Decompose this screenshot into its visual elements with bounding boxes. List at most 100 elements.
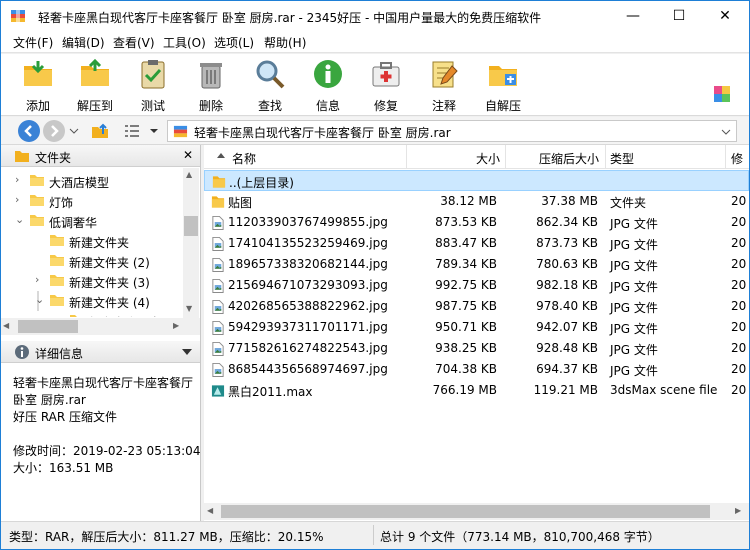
details-line: 轻奢卡座黑白现代客厅卡座客餐厅	[13, 376, 194, 390]
file-size: 992.75 KB	[435, 278, 497, 292]
minimize-icon: —	[626, 8, 640, 24]
address-field[interactable]: 轻奢卡座黑白现代客厅卡座客餐厅 卧室 厨房.rar	[167, 120, 737, 142]
file-size: 938.25 KB	[435, 341, 497, 355]
file-hscrollbar[interactable]: ◀ ▶	[204, 503, 749, 520]
table-row[interactable]: 11203390376749985​5.jpg 873.53 KB 862.34 K…	[204, 212, 749, 233]
details-line: 修改时间：2019-02-23 05:13:04	[13, 444, 201, 458]
tree-expander-icon[interactable]: ›	[15, 173, 19, 186]
status-bar: 类型：RAR，解压后大小：811.27 MB，压缩比：20.15% 总计 9 个…	[1, 521, 749, 549]
file-type: 文件夹	[610, 196, 647, 210]
close-folders-icon[interactable]: ✕	[183, 148, 193, 162]
file-type: JPG 文件	[610, 343, 658, 357]
table-row[interactable]: 贴图 38.12 MB 37.38 MB 文件夹 20	[204, 191, 749, 212]
col-modified[interactable]: 修	[731, 150, 743, 167]
back-button[interactable]	[18, 120, 40, 142]
find-button[interactable]: 查找	[242, 58, 298, 114]
title-bar[interactable]: 轻奢卡座黑白现代客厅卡座客餐厅 卧室 厨房.rar - 2345好压 - 中国用…	[1, 1, 749, 31]
menu-help[interactable]: 帮助(H)	[264, 34, 306, 51]
status-left: 类型：RAR，解压后大小：811.27 MB，压缩比：20.15%	[9, 530, 324, 544]
table-row[interactable]: 771582616274822543.jpg 938.25 KB 928.48 KB…	[204, 338, 749, 359]
tree-scroll-thumb[interactable]	[184, 216, 198, 236]
sfx-button[interactable]: 自解压	[475, 58, 531, 114]
tree-node-label: 大酒店模型	[49, 176, 110, 190]
maximize-icon: ☐	[672, 8, 686, 24]
folder-icon	[212, 176, 226, 188]
info-icon	[314, 60, 342, 88]
col-packed[interactable]: 压缩后大小	[539, 150, 599, 167]
view-list-icon[interactable]	[123, 123, 141, 139]
file-modified: 20	[731, 299, 747, 313]
table-row[interactable]: 594293937311701171.jpg 950.71 KB 942.07 KB…	[204, 317, 749, 338]
table-row[interactable]: 174104135523259469.jpg 883.47 KB 873.73 KB…	[204, 233, 749, 254]
file-size: 789.34 KB	[435, 257, 497, 271]
table-row[interactable]: 420268565388822962.jpg 987.75 KB 978.40 KB…	[204, 296, 749, 317]
extract-to-button[interactable]: 解压到	[67, 58, 123, 114]
file-modified: 20	[731, 278, 747, 292]
tree-expander-icon[interactable]: ⌄	[15, 213, 24, 226]
tree-hscrollbar[interactable]: ◀ ▶	[1, 318, 200, 335]
file-modified: 20	[731, 362, 747, 376]
add-label: 添加	[25, 99, 50, 113]
tree-expander-icon[interactable]: ›	[15, 193, 19, 206]
forward-button[interactable]	[43, 120, 65, 142]
menu-options[interactable]: 选项(L)	[214, 34, 254, 51]
col-size[interactable]: 大小	[476, 150, 500, 167]
table-row[interactable]: 215694671073293093.jpg 992.75 KB 982.18 KB…	[204, 275, 749, 296]
close-button[interactable]: ✕	[702, 1, 748, 31]
tree-expander-icon[interactable]: ⌄	[35, 293, 44, 306]
status-right: 总计 9 个文件（773.14 MB，810,700,468 字节）	[380, 530, 660, 544]
tree-scrollbar[interactable]: ▲ ▼	[183, 168, 199, 318]
parent-dir-row[interactable]: ..(上层目录)	[204, 170, 749, 191]
trash-icon	[200, 63, 222, 89]
tree-hscroll-thumb[interactable]	[18, 320, 78, 333]
minimize-button[interactable]: —	[610, 1, 656, 31]
menu-file[interactable]: 文件(F)	[13, 34, 53, 51]
folder-icon	[211, 196, 225, 208]
file-name: 771582616274822543.jpg	[228, 341, 388, 355]
tree-node[interactable]: ⌄ 新建文件夹 (4)	[35, 291, 150, 311]
file-hscroll-thumb[interactable]	[221, 505, 710, 518]
left-pane: 文件夹 ✕ › 大酒店模型 › 灯饰 ⌄ 低调奢华 新建文件夹 新建文件夹 (2) › 新建文件夹…	[1, 145, 201, 521]
col-name[interactable]: 名称	[232, 150, 256, 167]
delete-button[interactable]: 删除	[183, 58, 239, 114]
details-line	[13, 426, 200, 443]
file-type: JPG 文件	[610, 301, 658, 315]
file-packed-size: 942.07 KB	[536, 320, 598, 334]
close-icon: ✕	[719, 8, 731, 24]
menu-tools[interactable]: 工具(O)	[163, 34, 206, 51]
info-button[interactable]: 信息	[300, 58, 356, 114]
info-label: 信息	[315, 99, 340, 113]
notepad-pencil-icon	[432, 61, 458, 88]
table-row[interactable]: 189657338320682144.jpg 789.34 KB 780.63 KB…	[204, 254, 749, 275]
tree-expander-icon[interactable]: ›	[35, 273, 39, 286]
file-packed-size: 928.48 KB	[536, 341, 598, 355]
menu-view[interactable]: 查看(V)	[113, 34, 155, 51]
file-type: JPG 文件	[610, 322, 658, 336]
file-modified: 20	[731, 320, 747, 334]
chevron-down-icon[interactable]	[69, 126, 79, 136]
maximize-button[interactable]: ☐	[656, 1, 702, 31]
table-row[interactable]: 黑白2011.max 766.19 MB 119.21 MB 3dsMax scene…	[204, 380, 749, 401]
comment-button[interactable]: 注释	[416, 58, 472, 114]
address-chevron-icon[interactable]	[721, 127, 731, 137]
repair-button[interactable]: 修复	[358, 58, 414, 114]
file-list: 名称 大小 压缩后大小 类型 修 ..(上层目录) 贴图 38.12 MB 37.38…	[204, 145, 749, 521]
file-modified: 20	[731, 215, 747, 229]
folder-icon	[50, 295, 64, 306]
jpg-file-icon	[212, 299, 224, 314]
file-packed-size: 37.38 MB	[541, 194, 598, 208]
test-button[interactable]: 测试	[125, 58, 181, 114]
folder-up-icon[interactable]	[91, 122, 109, 140]
col-type[interactable]: 类型	[610, 150, 634, 167]
folder-icon	[30, 175, 44, 186]
folder-extract-icon	[81, 58, 109, 86]
magnifier-icon	[256, 60, 285, 89]
view-dropdown-icon[interactable]	[149, 126, 159, 136]
skin-palette-icon[interactable]	[713, 85, 731, 103]
file-type: JPG 文件	[610, 217, 658, 231]
arrow-left-icon	[24, 125, 32, 137]
collapse-details-icon[interactable]	[182, 349, 192, 356]
add-button[interactable]: 添加	[10, 58, 66, 114]
menu-edit[interactable]: 编辑(D)	[62, 34, 105, 51]
table-row[interactable]: 868544356568974697.jpg 704.38 KB 694.37 KB…	[204, 359, 749, 380]
